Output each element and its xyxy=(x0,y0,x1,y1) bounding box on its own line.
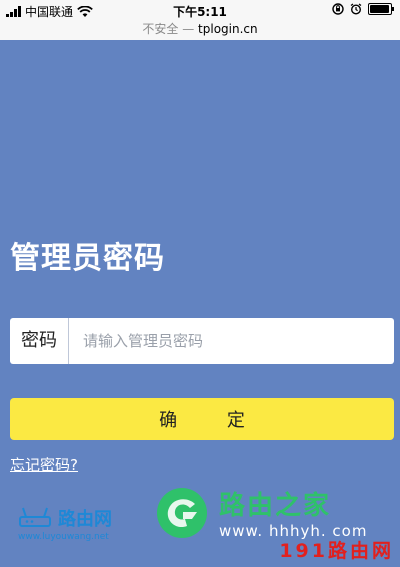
watermark-luyouwang-url: www.luyouwang.net xyxy=(18,532,109,542)
watermark-hhhyh: 路由之家 www. hhhyh. com xyxy=(155,485,367,540)
url-domain: tplogin.cn xyxy=(198,22,258,36)
password-input[interactable] xyxy=(69,320,394,362)
forgot-password-link[interactable]: 忘记密码? xyxy=(10,454,78,475)
insecure-label: 不安全 — xyxy=(142,22,195,36)
rotation-lock-icon xyxy=(332,3,344,15)
swirl-logo-icon xyxy=(157,487,207,538)
password-label: 密码 xyxy=(10,318,69,364)
watermark-luyouwang-name: 路由网 xyxy=(58,509,112,530)
watermark-191: 191路由网 xyxy=(279,540,394,562)
password-row: 密码 xyxy=(10,318,394,364)
status-bar: 中国联通 下午5:11 xyxy=(0,0,400,20)
status-right xyxy=(332,3,394,15)
router-icon xyxy=(19,507,51,527)
watermark-luyouwang: 路由网 www.luyouwang.net xyxy=(18,505,112,542)
confirm-button[interactable]: 确 定 xyxy=(10,398,394,440)
alarm-icon xyxy=(350,3,362,15)
watermark-hhhyh-name: 路由之家 xyxy=(219,491,332,521)
page-title: 管理员密码 xyxy=(10,241,165,276)
url-bar[interactable]: 不安全 — tplogin.cn xyxy=(0,20,400,40)
battery-icon xyxy=(368,3,394,15)
